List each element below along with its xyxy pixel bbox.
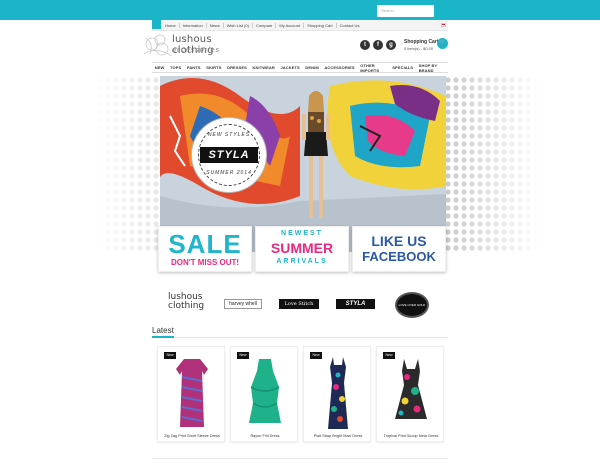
badge-bottom-text: SUMMER 2014: [206, 170, 252, 176]
brand-lovestitch-logo[interactable]: Love Stitch: [279, 299, 319, 309]
top-link-news[interactable]: News: [207, 23, 224, 28]
main-nav: NEW TOPS PANTS SKIRTS DRESSES KNITWEAR J…: [152, 62, 448, 73]
top-link-wishlist[interactable]: Wish List (0): [224, 23, 253, 28]
product-image: [328, 357, 348, 429]
brand-lushous-logo[interactable]: lushous clothing: [168, 293, 212, 311]
summer-arrivals-promo[interactable]: NEWEST SUMMER ARRIVALS: [255, 226, 349, 272]
nav-denim[interactable]: DENIM: [303, 65, 322, 70]
product-name[interactable]: Rayon Frill Dress: [231, 434, 299, 438]
brand-styla-logo[interactable]: STYLA: [336, 299, 375, 309]
facebook-icon[interactable]: f: [373, 40, 383, 50]
product-card[interactable]: New Rayon Frill Dress: [230, 346, 298, 442]
search-input[interactable]: Search: [377, 5, 434, 17]
facebook-promo[interactable]: LIKE US FACEBOOK: [352, 226, 446, 272]
top-link-compare[interactable]: Compare: [253, 23, 277, 28]
summer-top-text: NEWEST: [281, 230, 323, 237]
nav-accessories[interactable]: ACCESSORIES: [322, 65, 358, 70]
nav-new[interactable]: NEW: [152, 65, 167, 70]
nav-pants[interactable]: PANTS: [184, 65, 203, 70]
cart-summary[interactable]: 0 item(s) - $0.00: [404, 46, 433, 51]
top-bar: [0, 0, 600, 20]
top-link-account[interactable]: My Account: [276, 23, 305, 28]
top-link-contact[interactable]: Contact Us: [337, 23, 363, 28]
googleplus-icon[interactable]: g: [386, 40, 396, 50]
like-us-text: LIKE US: [371, 233, 427, 249]
brand-round-logo[interactable]: LOVE OVER GOLD: [395, 292, 429, 318]
language-flag-icon[interactable]: [441, 23, 446, 27]
top-link-cart[interactable]: Shopping Cart: [304, 23, 337, 28]
product-image: [395, 359, 427, 419]
product-card[interactable]: New Tropical Print Scoop Neck Dress: [376, 346, 444, 442]
product-image: [176, 359, 208, 427]
nav-knitwear[interactable]: KNITWEAR: [250, 65, 278, 70]
product-name[interactable]: Plait Strap Bright Maxi Dress: [304, 434, 372, 438]
product-card[interactable]: New Zig Zag Print Short Sleeve Dress: [157, 346, 225, 442]
product-card[interactable]: New Plait Strap Bright Maxi Dress: [303, 346, 371, 442]
facebook-text: FACEBOOK: [362, 249, 436, 264]
sale-subtitle: DON'T MISS OUT!: [170, 258, 240, 267]
latest-heading: Latest: [152, 326, 174, 335]
top-accent-tab: [152, 18, 161, 29]
latest-divider: [152, 337, 448, 338]
cart-icon[interactable]: 🛒: [437, 38, 448, 49]
sale-title: SALE: [168, 229, 242, 259]
flower-icon: [143, 34, 173, 57]
nav-jackets[interactable]: JACKETS: [278, 65, 303, 70]
badge-logo: STYLA: [200, 147, 258, 163]
product-name[interactable]: Zig Zag Print Short Sleeve Dress: [158, 434, 226, 438]
nav-skirts[interactable]: SKIRTS: [203, 65, 224, 70]
product-image: [249, 359, 281, 423]
nav-other-imports[interactable]: OTHER IMPORTS: [357, 63, 389, 73]
nav-dresses[interactable]: DRESSES: [224, 65, 249, 70]
latest-accent: [152, 336, 174, 338]
logo-sub-text: accessories: [172, 47, 220, 54]
sale-promo[interactable]: SALE DON'T MISS OUT!: [158, 226, 252, 272]
product-name[interactable]: Tropical Print Scoop Neck Dress: [377, 434, 445, 438]
cart-title[interactable]: Shopping Cart: [404, 39, 438, 45]
nav-tops[interactable]: TOPS: [167, 65, 184, 70]
top-link-home[interactable]: Home: [162, 23, 180, 28]
summer-bottom-text: ARRIVALS: [276, 258, 328, 265]
nav-shop-by-brand[interactable]: SHOP BY BRAND: [416, 63, 448, 73]
twitter-icon[interactable]: t: [360, 40, 370, 50]
model-photo: [302, 91, 330, 218]
top-links: Home Information News Wish List (0) Comp…: [162, 23, 362, 28]
top-link-information[interactable]: Information: [180, 23, 207, 28]
summer-mid-text: SUMMER: [270, 240, 334, 256]
nav-specials[interactable]: SPECIALS: [389, 65, 415, 70]
footer-divider: [152, 458, 448, 459]
styla-badge[interactable]: NEW STYLES STYLA SUMMER 2014: [194, 120, 264, 190]
badge-top-text: NEW STYLES: [207, 132, 251, 138]
brand-harvey-logo[interactable]: harvey whell: [224, 299, 262, 309]
site-logo[interactable]: lushous clothing accessories: [142, 32, 252, 62]
